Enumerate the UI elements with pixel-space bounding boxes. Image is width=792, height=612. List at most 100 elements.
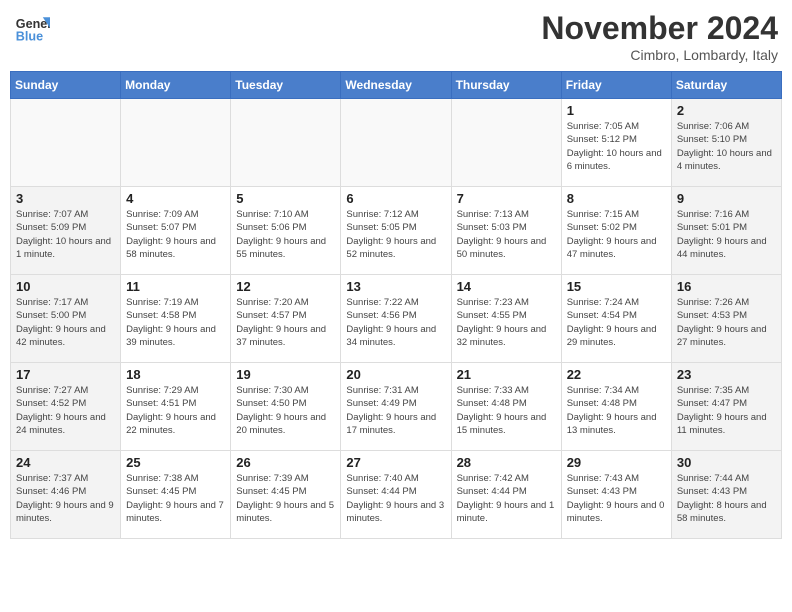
- day-info: Sunrise: 7:44 AM Sunset: 4:43 PM Dayligh…: [677, 472, 776, 525]
- title-block: November 2024 Cimbro, Lombardy, Italy: [541, 10, 778, 63]
- calendar-cell: 17 Sunrise: 7:27 AM Sunset: 4:52 PM Dayli…: [11, 363, 121, 451]
- day-info: Sunrise: 7:43 AM Sunset: 4:43 PM Dayligh…: [567, 472, 666, 525]
- day-number: 30: [677, 455, 776, 470]
- calendar-cell: 18 Sunrise: 7:29 AM Sunset: 4:51 PM Dayli…: [121, 363, 231, 451]
- day-info: Sunrise: 7:34 AM Sunset: 4:48 PM Dayligh…: [567, 384, 666, 437]
- day-number: 19: [236, 367, 335, 382]
- day-info: Sunrise: 7:23 AM Sunset: 4:55 PM Dayligh…: [457, 296, 556, 349]
- day-info: Sunrise: 7:24 AM Sunset: 4:54 PM Dayligh…: [567, 296, 666, 349]
- calendar-cell: 3 Sunrise: 7:07 AM Sunset: 5:09 PM Daylig…: [11, 187, 121, 275]
- week-row-5: 24Sunrise: 7:37 AM Sunset: 4:46 PM Dayli…: [11, 451, 782, 539]
- day-info: Sunrise: 7:09 AM Sunset: 5:07 PM Dayligh…: [126, 208, 225, 261]
- header-cell-saturday: Saturday: [671, 72, 781, 99]
- calendar-cell: 6Sunrise: 7:12 AM Sunset: 5:05 PM Daylig…: [341, 187, 451, 275]
- day-info: Sunrise: 7:07 AM Sunset: 5:09 PM Dayligh…: [16, 208, 115, 261]
- day-info: Sunrise: 7:06 AM Sunset: 5:10 PM Dayligh…: [677, 120, 776, 173]
- day-info: Sunrise: 7:22 AM Sunset: 4:56 PM Dayligh…: [346, 296, 445, 349]
- calendar-cell: [451, 99, 561, 187]
- day-info: Sunrise: 7:17 AM Sunset: 5:00 PM Dayligh…: [16, 296, 115, 349]
- calendar-cell: [11, 99, 121, 187]
- calendar-cell: 10 Sunrise: 7:17 AM Sunset: 5:00 PM Dayli…: [11, 275, 121, 363]
- calendar-cell: 22Sunrise: 7:34 AM Sunset: 4:48 PM Dayli…: [561, 363, 671, 451]
- day-number: 13: [346, 279, 445, 294]
- day-number: 14: [457, 279, 556, 294]
- calendar-cell: 28 Sunrise: 7:42 AM Sunset: 4:44 PM Dayli…: [451, 451, 561, 539]
- header-cell-wednesday: Wednesday: [341, 72, 451, 99]
- calendar-cell: 14 Sunrise: 7:23 AM Sunset: 4:55 PM Dayli…: [451, 275, 561, 363]
- svg-text:Blue: Blue: [16, 30, 43, 44]
- calendar-cell: 20Sunrise: 7:31 AM Sunset: 4:49 PM Dayli…: [341, 363, 451, 451]
- week-row-3: 10 Sunrise: 7:17 AM Sunset: 5:00 PM Dayli…: [11, 275, 782, 363]
- calendar-cell: 26Sunrise: 7:39 AM Sunset: 4:45 PM Dayli…: [231, 451, 341, 539]
- calendar-cell: 1 Sunrise: 7:05 AM Sunset: 5:12 PM Daylig…: [561, 99, 671, 187]
- calendar-cell: 25 Sunrise: 7:38 AM Sunset: 4:45 PM Dayli…: [121, 451, 231, 539]
- day-number: 15: [567, 279, 666, 294]
- calendar-cell: 27 Sunrise: 7:40 AM Sunset: 4:44 PM Dayli…: [341, 451, 451, 539]
- calendar-cell: 2 Sunrise: 7:06 AM Sunset: 5:10 PM Daylig…: [671, 99, 781, 187]
- day-number: 4: [126, 191, 225, 206]
- day-info: Sunrise: 7:05 AM Sunset: 5:12 PM Dayligh…: [567, 120, 666, 173]
- day-info: Sunrise: 7:35 AM Sunset: 4:47 PM Dayligh…: [677, 384, 776, 437]
- day-number: 12: [236, 279, 335, 294]
- day-number: 23: [677, 367, 776, 382]
- logo: General Blue: [14, 10, 50, 46]
- header-cell-monday: Monday: [121, 72, 231, 99]
- header-row: SundayMondayTuesdayWednesdayThursdayFrid…: [11, 72, 782, 99]
- day-info: Sunrise: 7:40 AM Sunset: 4:44 PM Dayligh…: [346, 472, 445, 525]
- day-number: 7: [457, 191, 556, 206]
- day-number: 2: [677, 103, 776, 118]
- day-info: Sunrise: 7:13 AM Sunset: 5:03 PM Dayligh…: [457, 208, 556, 261]
- day-number: 3: [16, 191, 115, 206]
- day-number: 28: [457, 455, 556, 470]
- location: Cimbro, Lombardy, Italy: [541, 47, 778, 63]
- calendar-cell: 12 Sunrise: 7:20 AM Sunset: 4:57 PM Dayli…: [231, 275, 341, 363]
- calendar-cell: 19Sunrise: 7:30 AM Sunset: 4:50 PM Dayli…: [231, 363, 341, 451]
- day-number: 11: [126, 279, 225, 294]
- day-info: Sunrise: 7:27 AM Sunset: 4:52 PM Dayligh…: [16, 384, 115, 437]
- week-row-4: 17 Sunrise: 7:27 AM Sunset: 4:52 PM Dayli…: [11, 363, 782, 451]
- day-number: 1: [567, 103, 666, 118]
- calendar-cell: 7 Sunrise: 7:13 AM Sunset: 5:03 PM Daylig…: [451, 187, 561, 275]
- calendar-cell: [121, 99, 231, 187]
- calendar-cell: 8Sunrise: 7:15 AM Sunset: 5:02 PM Daylig…: [561, 187, 671, 275]
- day-info: Sunrise: 7:31 AM Sunset: 4:49 PM Dayligh…: [346, 384, 445, 437]
- calendar-cell: [341, 99, 451, 187]
- header-cell-friday: Friday: [561, 72, 671, 99]
- day-number: 10: [16, 279, 115, 294]
- day-info: Sunrise: 7:20 AM Sunset: 4:57 PM Dayligh…: [236, 296, 335, 349]
- day-number: 16: [677, 279, 776, 294]
- day-number: 6: [346, 191, 445, 206]
- day-number: 24: [16, 455, 115, 470]
- calendar-cell: 15 Sunrise: 7:24 AM Sunset: 4:54 PM Dayli…: [561, 275, 671, 363]
- day-number: 8: [567, 191, 666, 206]
- day-info: Sunrise: 7:39 AM Sunset: 4:45 PM Dayligh…: [236, 472, 335, 525]
- calendar-cell: 24Sunrise: 7:37 AM Sunset: 4:46 PM Dayli…: [11, 451, 121, 539]
- day-number: 18: [126, 367, 225, 382]
- header-cell-tuesday: Tuesday: [231, 72, 341, 99]
- day-number: 17: [16, 367, 115, 382]
- page-header: General Blue November 2024 Cimbro, Lomba…: [10, 10, 782, 63]
- day-info: Sunrise: 7:10 AM Sunset: 5:06 PM Dayligh…: [236, 208, 335, 261]
- day-number: 27: [346, 455, 445, 470]
- week-row-1: 1 Sunrise: 7:05 AM Sunset: 5:12 PM Daylig…: [11, 99, 782, 187]
- day-info: Sunrise: 7:38 AM Sunset: 4:45 PM Dayligh…: [126, 472, 225, 525]
- calendar-cell: 4 Sunrise: 7:09 AM Sunset: 5:07 PM Daylig…: [121, 187, 231, 275]
- day-number: 21: [457, 367, 556, 382]
- day-info: Sunrise: 7:33 AM Sunset: 4:48 PM Dayligh…: [457, 384, 556, 437]
- day-number: 29: [567, 455, 666, 470]
- day-info: Sunrise: 7:16 AM Sunset: 5:01 PM Dayligh…: [677, 208, 776, 261]
- day-info: Sunrise: 7:29 AM Sunset: 4:51 PM Dayligh…: [126, 384, 225, 437]
- calendar-cell: 23 Sunrise: 7:35 AM Sunset: 4:47 PM Dayli…: [671, 363, 781, 451]
- day-number: 5: [236, 191, 335, 206]
- calendar-cell: 21 Sunrise: 7:33 AM Sunset: 4:48 PM Dayli…: [451, 363, 561, 451]
- month-title: November 2024: [541, 10, 778, 47]
- day-info: Sunrise: 7:26 AM Sunset: 4:53 PM Dayligh…: [677, 296, 776, 349]
- header-cell-sunday: Sunday: [11, 72, 121, 99]
- calendar-cell: 16 Sunrise: 7:26 AM Sunset: 4:53 PM Dayli…: [671, 275, 781, 363]
- day-info: Sunrise: 7:19 AM Sunset: 4:58 PM Dayligh…: [126, 296, 225, 349]
- day-number: 9: [677, 191, 776, 206]
- day-number: 25: [126, 455, 225, 470]
- calendar-cell: 29 Sunrise: 7:43 AM Sunset: 4:43 PM Dayli…: [561, 451, 671, 539]
- day-info: Sunrise: 7:42 AM Sunset: 4:44 PM Dayligh…: [457, 472, 556, 525]
- calendar-table: SundayMondayTuesdayWednesdayThursdayFrid…: [10, 71, 782, 539]
